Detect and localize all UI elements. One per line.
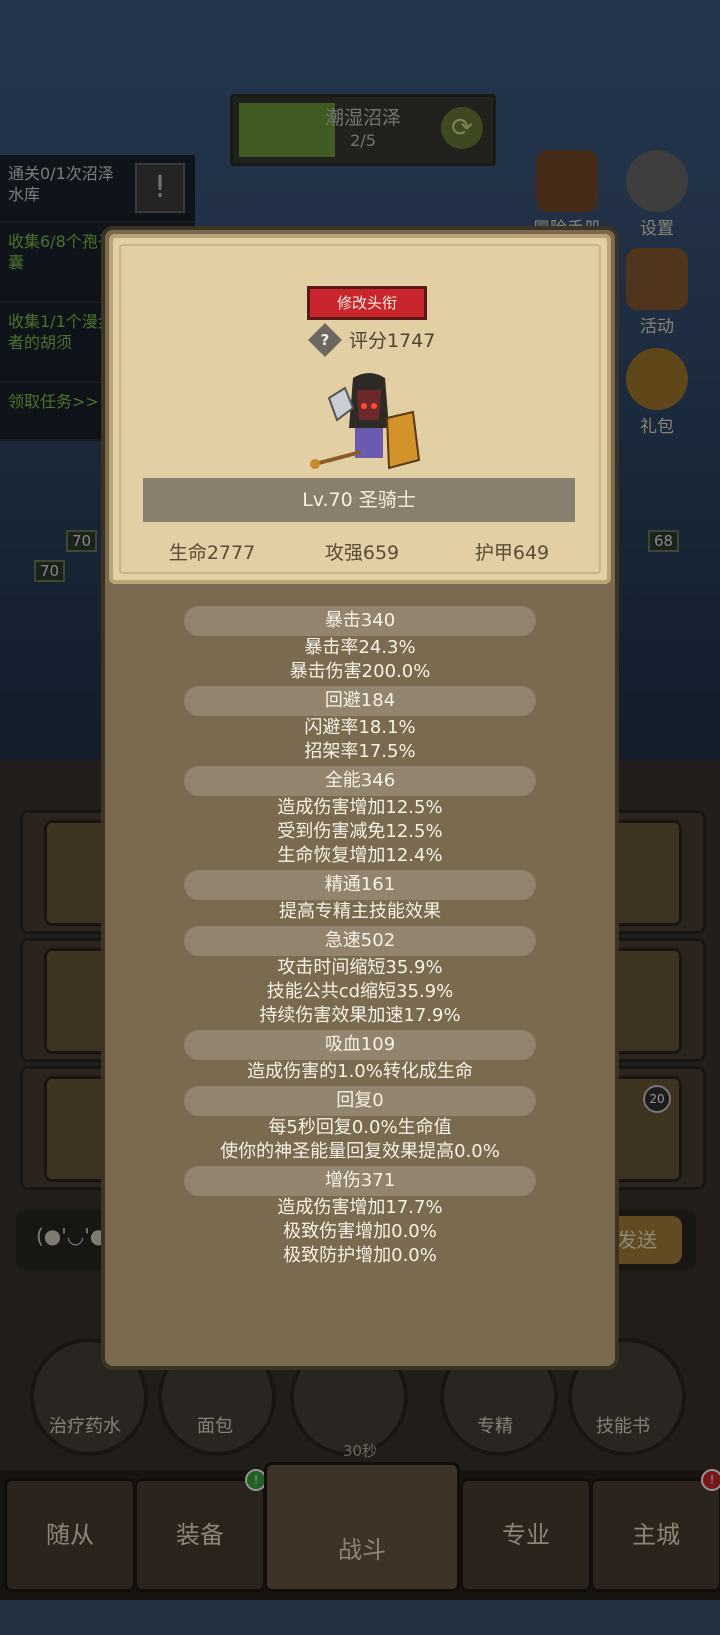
- stat-group-header: 精通161: [184, 870, 536, 900]
- stat-group-regen: 回复0 每5秒回复0.0%生命值 使你的神圣能量回复效果提高0.0%: [105, 1086, 615, 1164]
- stat-armor: 护甲649: [474, 542, 550, 564]
- secondary-stats: 暴击340 暴击率24.3% 暴击伤害200.0% 回避184 闪避率18.1%…: [105, 606, 615, 1270]
- stat-line: 生命恢复增加12.4%: [277, 845, 443, 866]
- question-mark: ?: [320, 331, 330, 349]
- stat-line: 每5秒回复0.0%生命值: [268, 1117, 452, 1138]
- stat-group-header: 全能346: [184, 766, 536, 796]
- stat-line: 极致防护增加0.0%: [283, 1245, 437, 1266]
- stat-group-header: 吸血109: [184, 1030, 536, 1060]
- stat-line: 暴击率24.3%: [304, 637, 416, 658]
- stat-group-header: 暴击340: [184, 606, 536, 636]
- stat-group-crit: 暴击340 暴击率24.3% 暴击伤害200.0%: [105, 606, 615, 684]
- stat-line: 攻击时间缩短35.9%: [277, 957, 443, 978]
- stat-line: 造成伤害增加12.5%: [277, 797, 443, 818]
- stat-health: 生命2777: [168, 542, 256, 564]
- stat-line: 技能公共cd缩短35.9%: [266, 981, 454, 1002]
- stat-group-leech: 吸血109 造成伤害的1.0%转化成生命: [105, 1030, 615, 1084]
- stat-group-versatility: 全能346 造成伤害增加12.5% 受到伤害减免12.5% 生命恢复增加12.4…: [105, 766, 615, 868]
- stat-group-header: 急速502: [184, 926, 536, 956]
- character-card: 修改头衔 ? 评分1747 Lv.70 圣骑士 生命2777 攻强659 护甲6…: [109, 234, 611, 584]
- character-name-bar: Lv.70 圣骑士: [143, 478, 575, 522]
- stat-group-haste: 急速502 攻击时间缩短35.9% 技能公共cd缩短35.9% 持续伤害效果加速…: [105, 926, 615, 1028]
- stat-attack-power: 攻强659: [324, 542, 400, 564]
- score-text: 评分1747: [349, 330, 436, 352]
- stat-line: 造成伤害增加17.7%: [277, 1197, 443, 1218]
- stat-group-header: 增伤371: [184, 1166, 536, 1196]
- base-stats: 生命2777 攻强659 护甲649: [113, 538, 607, 568]
- character-stats-dialog: 修改头衔 ? 评分1747 Lv.70 圣骑士 生命2777 攻强659 护甲6…: [101, 226, 619, 1370]
- stat-group-header: 回复0: [184, 1086, 536, 1116]
- stat-line: 暴击伤害200.0%: [289, 661, 431, 682]
- change-title-button[interactable]: 修改头衔: [307, 286, 427, 320]
- paladin-avatar: [310, 373, 421, 470]
- stat-line: 极致伤害增加0.0%: [283, 1221, 437, 1242]
- stat-group-header: 回避184: [184, 686, 536, 716]
- stat-group-damage-bonus: 增伤371 造成伤害增加17.7% 极致伤害增加0.0% 极致防护增加0.0%: [105, 1166, 615, 1268]
- stat-group-mastery: 精通161 提高专精主技能效果: [105, 870, 615, 924]
- stat-line: 提高专精主技能效果: [279, 901, 441, 922]
- stat-group-avoidance: 回避184 闪避率18.1% 招架率17.5%: [105, 686, 615, 764]
- stat-line: 持续伤害效果加速17.9%: [259, 1005, 461, 1026]
- stat-line: 闪避率18.1%: [304, 717, 416, 738]
- stat-line: 使你的神圣能量回复效果提高0.0%: [220, 1141, 500, 1162]
- score-row: ? 评分1747: [308, 323, 453, 357]
- stat-line: 受到伤害减免12.5%: [277, 821, 443, 842]
- stat-line: 招架率17.5%: [304, 741, 416, 762]
- stat-line: 造成伤害的1.0%转化成生命: [247, 1061, 473, 1082]
